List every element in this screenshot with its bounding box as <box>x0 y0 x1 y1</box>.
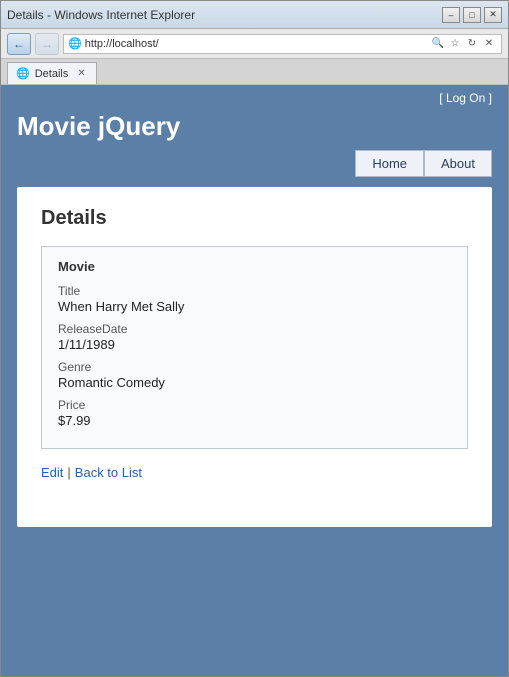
field-price: Price $7.99 <box>58 398 451 428</box>
window-title: Details - Windows Internet Explorer <box>7 8 195 22</box>
tab-close-icon[interactable]: ✕ <box>77 68 85 79</box>
app-content: [ Log On ] Movie jQuery Home About Detai… <box>1 85 508 676</box>
value-release-date: 1/11/1989 <box>58 337 451 352</box>
bookmark-button[interactable]: ☆ <box>447 35 463 53</box>
field-release-date: ReleaseDate 1/11/1989 <box>58 322 451 352</box>
address-bar: ← → 🌐 http://localhost/ 🔍 ☆ ↻ ✕ <box>1 29 508 59</box>
actions-row: Edit | Back to List <box>41 465 468 480</box>
page-title: Details <box>41 207 468 230</box>
nav-bar: Home About <box>1 150 508 187</box>
browser-tab-details[interactable]: 🌐 Details ✕ <box>7 62 97 84</box>
nav-about[interactable]: About <box>424 150 492 177</box>
tab-label: Details <box>35 68 69 80</box>
browser-window: Details - Windows Internet Explorer – □ … <box>0 0 509 677</box>
label-release-date: ReleaseDate <box>58 322 451 336</box>
log-on-bracket-open: [ <box>439 91 446 105</box>
app-title: Movie jQuery <box>17 107 492 150</box>
movie-box: Movie Title When Harry Met Sally Release… <box>41 246 468 449</box>
edit-link[interactable]: Edit <box>41 465 63 480</box>
label-price: Price <box>58 398 451 412</box>
stop-button[interactable]: ✕ <box>481 35 497 53</box>
back-button[interactable]: ← <box>7 33 31 55</box>
refresh-button[interactable]: ↻ <box>464 35 480 53</box>
search-address-button[interactable]: 🔍 <box>430 35 446 53</box>
value-genre: Romantic Comedy <box>58 375 451 390</box>
label-genre: Genre <box>58 360 451 374</box>
main-content: Details Movie Title When Harry Met Sally… <box>1 187 508 676</box>
value-title: When Harry Met Sally <box>58 299 451 314</box>
app-header: [ Log On ] Movie jQuery <box>1 85 508 150</box>
tab-bar: 🌐 Details ✕ <box>1 59 508 85</box>
separator: | <box>67 465 70 480</box>
title-bar-controls: – □ ✕ <box>442 7 502 23</box>
back-to-list-link[interactable]: Back to List <box>75 465 142 480</box>
minimize-button[interactable]: – <box>442 7 460 23</box>
field-title: Title When Harry Met Sally <box>58 284 451 314</box>
close-button[interactable]: ✕ <box>484 7 502 23</box>
maximize-button[interactable]: □ <box>463 7 481 23</box>
content-panel: Details Movie Title When Harry Met Sally… <box>17 187 492 527</box>
log-on-link[interactable]: Log On <box>446 91 485 105</box>
tab-icon: 🌐 <box>16 67 30 80</box>
log-on-bracket-close: ] <box>485 91 492 105</box>
movie-box-header: Movie <box>58 259 451 274</box>
header-top: [ Log On ] <box>17 85 492 107</box>
value-price: $7.99 <box>58 413 451 428</box>
address-field[interactable]: 🌐 http://localhost/ 🔍 ☆ ↻ ✕ <box>63 34 502 54</box>
address-text: http://localhost/ <box>85 38 427 50</box>
forward-button[interactable]: → <box>35 33 59 55</box>
address-actions: 🔍 ☆ ↻ ✕ <box>430 35 497 53</box>
nav-home[interactable]: Home <box>355 150 424 177</box>
label-title: Title <box>58 284 451 298</box>
title-bar: Details - Windows Internet Explorer – □ … <box>1 1 508 29</box>
address-icon: 🌐 <box>68 37 82 50</box>
field-genre: Genre Romantic Comedy <box>58 360 451 390</box>
